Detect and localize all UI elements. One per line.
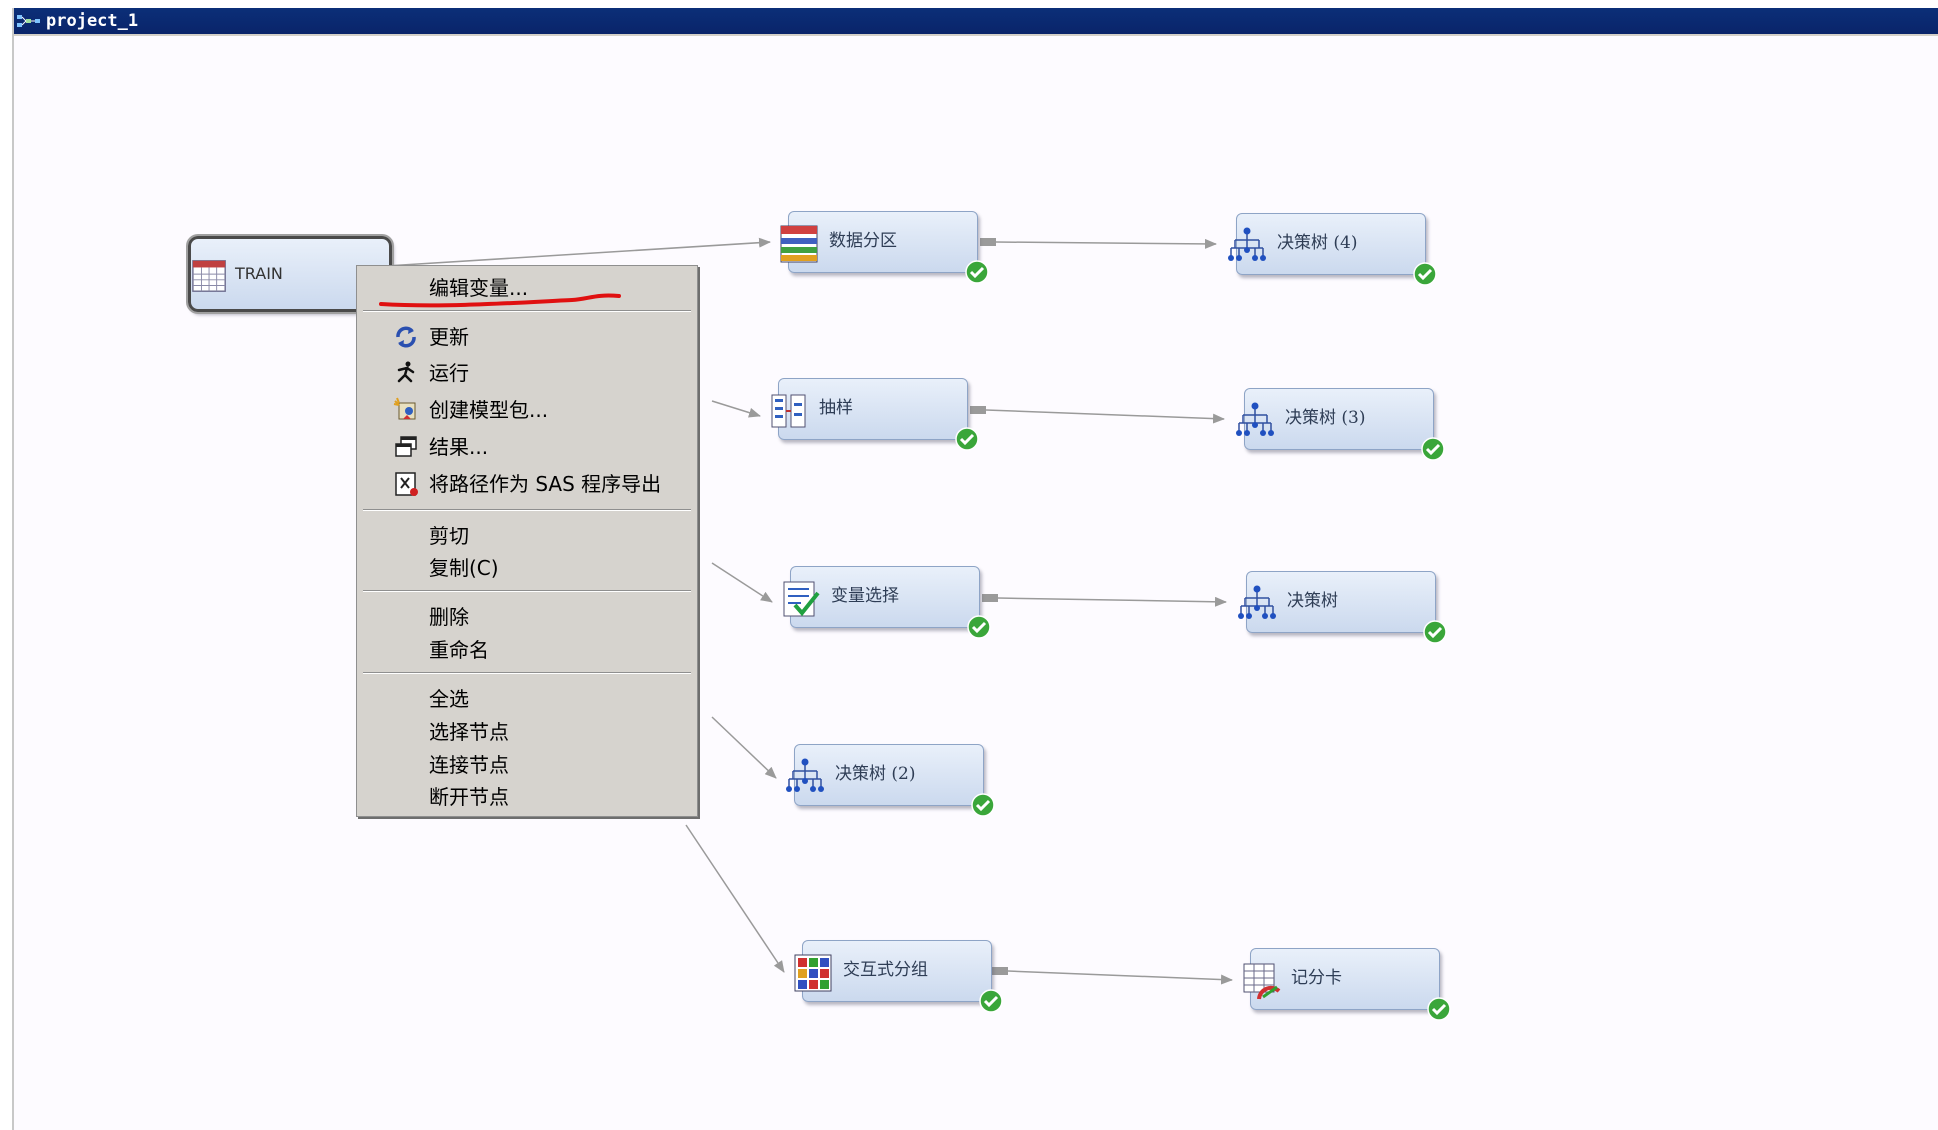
menu-separator xyxy=(363,672,691,674)
data-table-icon xyxy=(192,260,226,292)
node-label: 记分卡 xyxy=(1291,968,1342,988)
success-check-icon xyxy=(965,260,989,284)
menu-export-path-sas[interactable]: 将路径作为 SAS 程序导出 xyxy=(357,468,697,500)
success-check-icon xyxy=(1427,997,1451,1021)
link-train-tree2[interactable] xyxy=(711,716,777,779)
link-varselect-tree[interactable] xyxy=(997,596,1227,607)
interactive-grouping-icon xyxy=(794,954,832,992)
run-figure-icon xyxy=(397,361,415,383)
node-context-menu[interactable]: 编辑变量... 更新 运行 创建模型包... 结果... 将路径作为 SAS 程… xyxy=(356,265,698,817)
node-label: 交互式分组 xyxy=(843,960,928,980)
success-check-icon xyxy=(955,427,979,451)
variable-selection-icon xyxy=(783,581,820,617)
menu-separator xyxy=(363,590,691,592)
node-label: 数据分区 xyxy=(829,231,897,251)
decision-tree-icon xyxy=(786,758,824,792)
title-bar[interactable]: project_1 xyxy=(14,8,1938,36)
menu-delete[interactable]: 删除 xyxy=(357,601,697,633)
menu-results[interactable]: 结果... xyxy=(357,431,697,463)
decision-tree-icon xyxy=(1228,227,1266,261)
refresh-icon xyxy=(396,326,416,348)
menu-run[interactable]: 运行 xyxy=(357,357,697,389)
node-label: 决策树 xyxy=(1287,591,1338,611)
model-package-icon xyxy=(393,397,416,420)
link-igroup-scorecard[interactable] xyxy=(1007,970,1233,985)
success-check-icon xyxy=(1413,262,1437,286)
node-data-partition[interactable]: 数据分区 xyxy=(780,211,989,284)
decision-tree-icon xyxy=(1238,585,1276,619)
menu-create-model-package[interactable]: 创建模型包... xyxy=(357,394,697,426)
node-label: 决策树 (4) xyxy=(1277,233,1358,253)
success-check-icon xyxy=(979,989,1003,1013)
menu-select-all[interactable]: 全选 xyxy=(357,683,697,715)
link-train-sample[interactable] xyxy=(711,400,761,418)
success-check-icon xyxy=(967,615,991,639)
node-decision-tree[interactable]: 决策树 xyxy=(1238,571,1447,644)
node-decision-tree-3[interactable]: 决策树 (3) xyxy=(1236,388,1445,461)
link-partition-tree4[interactable] xyxy=(995,238,1217,249)
diagram-canvas[interactable]: TRAIN 数据分区 决策树 (4) 抽样 决策树 (3) 变量选择 决策树 决… xyxy=(14,36,1938,1130)
menu-select-nodes[interactable]: 选择节点 xyxy=(357,716,697,748)
node-label: 变量选择 xyxy=(831,586,899,606)
menu-rename[interactable]: 重命名 xyxy=(357,634,697,666)
success-check-icon xyxy=(1421,437,1445,461)
decision-tree-icon xyxy=(1236,402,1274,436)
menu-disconnect-nodes[interactable]: 断开节点 xyxy=(357,781,697,813)
node-label: TRAIN xyxy=(235,264,283,283)
node-label: 决策树 (3) xyxy=(1285,408,1366,428)
sample-icon xyxy=(771,394,806,428)
menu-connect-nodes[interactable]: 连接节点 xyxy=(357,749,697,781)
link-sample-tree3[interactable] xyxy=(985,409,1225,424)
menu-cut[interactable]: 剪切 xyxy=(357,520,697,552)
scorecard-icon xyxy=(1243,963,1281,1000)
data-partition-icon xyxy=(780,225,818,263)
process-flow-icon xyxy=(17,15,40,27)
node-decision-tree-2[interactable]: 决策树 (2) xyxy=(786,744,995,817)
node-variable-selection[interactable]: 变量选择 xyxy=(783,566,991,639)
menu-update[interactable]: 更新 xyxy=(357,321,697,353)
export-code-icon xyxy=(395,472,418,496)
success-check-icon xyxy=(1423,620,1447,644)
menu-separator xyxy=(363,509,691,511)
menu-edit-variables[interactable]: 编辑变量... xyxy=(357,272,697,304)
node-sample[interactable]: 抽样 xyxy=(771,378,979,451)
link-train-varselect[interactable] xyxy=(711,562,773,603)
project-window: project_1 TRAIN 数据分区 决策树 (4) 抽样 决策树 (3) … xyxy=(12,8,1938,1130)
node-decision-tree-4[interactable]: 决策树 (4) xyxy=(1228,213,1437,286)
node-interactive-grouping[interactable]: 交互式分组 xyxy=(794,940,1003,1013)
link-train-partition[interactable] xyxy=(385,237,771,267)
success-check-icon xyxy=(971,793,995,817)
node-scorecard[interactable]: 记分卡 xyxy=(1243,948,1451,1021)
link-train-igroup[interactable] xyxy=(685,824,785,973)
results-window-icon xyxy=(395,436,417,457)
menu-separator xyxy=(363,310,691,312)
node-label: 抽样 xyxy=(819,398,853,418)
menu-copy[interactable]: 复制(C) xyxy=(357,552,697,584)
node-label: 决策树 (2) xyxy=(835,764,916,784)
window-title: project_1 xyxy=(46,11,139,31)
